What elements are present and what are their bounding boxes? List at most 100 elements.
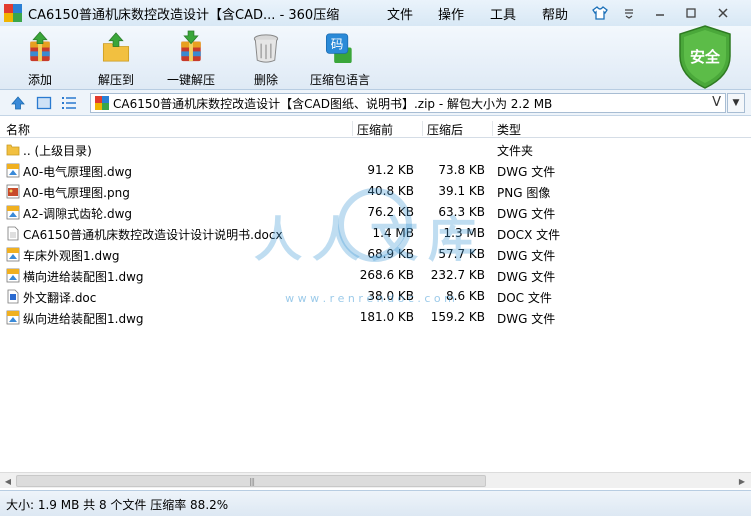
folder-icon (6, 144, 20, 156)
security-label: 安全 (689, 48, 720, 66)
add-button[interactable]: 添加 (5, 28, 75, 88)
file-name: 纵向进给装配图1.dwg (23, 312, 144, 326)
file-original-size: 68.9 KB (367, 247, 414, 261)
address-dropdown-button[interactable]: ▼ (727, 93, 745, 113)
dwg-file-icon (6, 247, 20, 262)
extract-to-button[interactable]: 解压到 (81, 28, 151, 88)
file-compressed-size: 159.2 KB (430, 310, 485, 324)
file-name: A0-电气原理图.dwg (23, 165, 133, 179)
file-name: 横向进给装配图1.dwg (23, 270, 144, 284)
status-bar: 大小: 1.9 MB 共 8 个文件 压缩率 88.2% (0, 490, 751, 516)
file-compressed-size: 232.7 KB (430, 268, 485, 282)
delete-button[interactable]: 删除 (231, 28, 301, 88)
file-type: DOCX 文件 (497, 228, 561, 242)
trash-icon (253, 34, 279, 63)
table-row[interactable]: 外文翻译.doc 38.0 KB 8.6 KB DOC 文件 (0, 286, 751, 307)
window-title: CA6150普通机床数控改造设计【含CAD... - 360压缩 (28, 7, 340, 23)
list-view-icon[interactable] (61, 95, 77, 111)
extract-to-label: 解压到 (97, 73, 134, 87)
toolbar: 添加 解压到 一键解压 删除 码 压缩包语言 (0, 26, 751, 90)
file-original-size: 91.2 KB (367, 163, 414, 177)
file-compressed-size: 1.3 MB (443, 226, 485, 240)
dwg-file-icon (6, 310, 20, 325)
file-original-size: 40.8 KB (367, 184, 414, 198)
file-original-size: 38.0 KB (367, 289, 414, 303)
file-name: A2-调隙式齿轮.dwg (23, 207, 133, 221)
file-type: DWG 文件 (497, 165, 556, 179)
menu-file[interactable]: 文件 (387, 4, 413, 23)
dwg-file-icon (6, 163, 20, 178)
file-original-size: 1.4 MB (372, 226, 414, 240)
table-row[interactable]: 横向进给装配图1.dwg 268.6 KB 232.7 KB DWG 文件 (0, 265, 751, 286)
file-list: .. (上级目录) 文件夹 A0-电气原理图.dwg 91.2 KB 73.8 … (0, 139, 751, 328)
archive-language-button[interactable]: 码 压缩包语言 (305, 28, 375, 88)
add-button-label: 添加 (27, 73, 52, 87)
up-level-icon[interactable] (10, 95, 26, 111)
table-row[interactable]: A0-电气原理图.dwg 91.2 KB 73.8 KB DWG 文件 (0, 160, 751, 181)
thumbnail-view-icon[interactable] (36, 95, 52, 111)
address-path: CA6150普通机床数控改造设计【含CAD图纸、说明书】.zip - 解包大小为… (113, 96, 553, 111)
file-type: DOC 文件 (497, 291, 552, 305)
file-type: DWG 文件 (497, 207, 556, 221)
table-row[interactable]: 车床外观图1.dwg 68.9 KB 57.7 KB DWG 文件 (0, 244, 751, 265)
dwg-file-icon (6, 205, 20, 220)
scroll-left-icon[interactable]: ◀ (1, 475, 15, 487)
file-compressed-size: 63.3 KB (438, 205, 485, 219)
archive-language-icon: 码 (326, 33, 352, 64)
menu-help[interactable]: 帮助 (542, 4, 568, 23)
file-name: 外文翻译.doc (23, 291, 97, 305)
docx-file-icon (7, 226, 19, 241)
file-original-size: 181.0 KB (359, 310, 414, 324)
scroll-right-icon[interactable]: ▶ (735, 475, 749, 487)
column-name[interactable]: 名称 (2, 121, 30, 137)
status-text: 大小: 1.9 MB 共 8 个文件 压缩率 88.2% (6, 498, 229, 512)
file-list-header: 名称 压缩前 压缩后 类型 (0, 118, 751, 138)
file-original-size: 268.6 KB (359, 268, 414, 282)
table-row[interactable]: 纵向进给装配图1.dwg 181.0 KB 159.2 KB DWG 文件 (0, 307, 751, 328)
file-name: 车床外观图1.dwg (23, 249, 120, 263)
file-compressed-size: 57.7 KB (438, 247, 485, 261)
close-icon[interactable] (712, 3, 734, 23)
extract-to-icon (102, 32, 130, 62)
table-row[interactable]: A0-电气原理图.png 40.8 KB 39.1 KB PNG 图像 (0, 181, 751, 202)
address-archive-icon (95, 96, 109, 110)
menu-tools[interactable]: 工具 (490, 4, 516, 23)
one-click-extract-icon (181, 30, 201, 62)
add-archive-icon (30, 31, 50, 62)
app-logo-icon (4, 4, 22, 22)
file-compressed-size: 39.1 KB (438, 184, 485, 198)
file-name: CA6150普通机床数控改造设计设计说明书.docx (23, 228, 283, 242)
file-name: .. (上级目录) (23, 144, 92, 158)
table-row[interactable]: A2-调隙式齿轮.dwg 76.2 KB 63.3 KB DWG 文件 (0, 202, 751, 223)
skin-shirt-icon[interactable] (589, 3, 611, 23)
file-original-size: 76.2 KB (367, 205, 414, 219)
column-type[interactable]: 类型 (492, 121, 582, 137)
security-shield-badge[interactable]: 安全 (676, 24, 734, 90)
dwg-file-icon (6, 268, 20, 283)
maximize-icon[interactable] (680, 3, 702, 23)
minimize-icon[interactable] (649, 3, 671, 23)
file-type: DWG 文件 (497, 312, 556, 326)
horizontal-scrollbar[interactable]: ◀ ||| ▶ (0, 472, 751, 488)
doc-file-icon (7, 289, 19, 304)
scrollbar-thumb[interactable]: ||| (16, 475, 486, 487)
table-row[interactable]: .. (上级目录) 文件夹 (0, 139, 751, 160)
chevron-down-icon: ▼ (732, 98, 740, 108)
file-name: A0-电气原理图.png (23, 186, 130, 200)
file-type: 文件夹 (497, 144, 534, 158)
address-bar: CA6150普通机床数控改造设计【含CAD图纸、说明书】.zip - 解包大小为… (0, 90, 751, 116)
one-click-extract-label: 一键解压 (166, 73, 215, 87)
table-row[interactable]: CA6150普通机床数控改造设计设计说明书.docx 1.4 MB 1.3 MB… (0, 223, 751, 244)
file-type: DWG 文件 (497, 270, 556, 284)
address-field[interactable]: CA6150普通机床数控改造设计【含CAD图纸、说明书】.zip - 解包大小为… (90, 93, 726, 113)
column-original-size[interactable]: 压缩前 (352, 121, 422, 137)
column-compressed-size[interactable]: 压缩后 (422, 121, 492, 137)
menu-dropdown-icon[interactable] (618, 3, 640, 23)
file-type: DWG 文件 (497, 249, 556, 263)
png-file-icon (6, 184, 20, 199)
delete-label: 删除 (253, 73, 278, 87)
one-click-extract-button[interactable]: 一键解压 (156, 28, 226, 88)
menu-operation[interactable]: 操作 (438, 4, 464, 23)
file-compressed-size: 73.8 KB (438, 163, 485, 177)
address-v-glyph[interactable]: V (712, 95, 721, 110)
